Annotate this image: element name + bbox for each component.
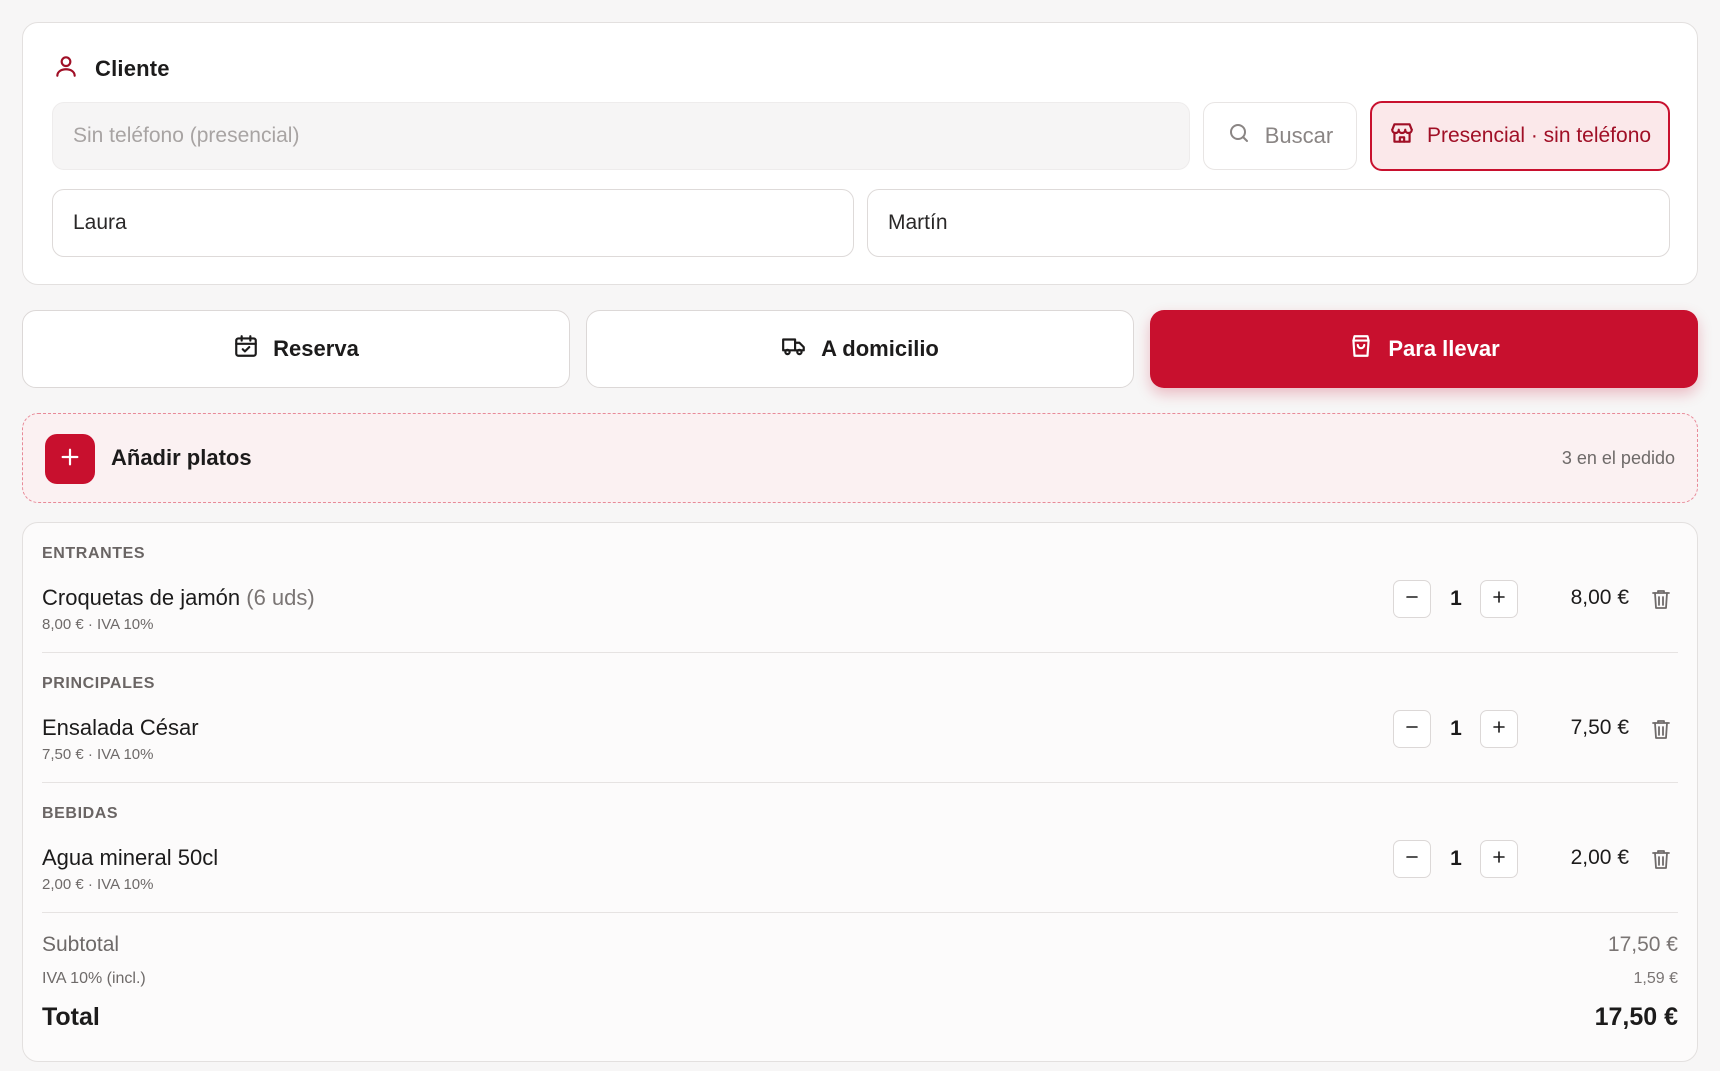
order-type-para-llevar[interactable]: Para llevar <box>1150 310 1698 388</box>
add-dishes-bar[interactable]: Añadir platos 3 en el pedido <box>22 413 1698 503</box>
item-price: 8,00 € <box>1570 586 1629 609</box>
section-title: BEBIDAS <box>42 805 119 822</box>
plus-icon <box>1491 849 1507 870</box>
presencial-label: Presencial · sin teléfono <box>1426 124 1652 147</box>
order-totals: Subtotal 17,50 € IVA 10% (incl.) 1,59 € … <box>23 913 1697 1063</box>
add-dishes-button[interactable] <box>45 434 95 484</box>
order-type-label: Reserva <box>273 336 359 361</box>
iva-value: 1,59 € <box>1633 970 1678 987</box>
item-quantity: 1 <box>1450 587 1462 610</box>
store-icon <box>1389 120 1415 152</box>
plus-icon <box>59 446 81 473</box>
subtotal-value: 17,50 € <box>1607 933 1678 956</box>
shopping-bag-icon <box>1348 333 1374 365</box>
item-price: 7,50 € <box>1570 716 1629 739</box>
first-name-field[interactable]: Laura <box>52 189 854 257</box>
increase-qty-button[interactable] <box>1480 580 1518 618</box>
item-quantity: 1 <box>1450 717 1462 740</box>
increase-qty-button[interactable] <box>1480 840 1518 878</box>
item-name: Ensalada César <box>42 715 199 741</box>
minus-icon <box>1404 589 1420 610</box>
last-name-field[interactable]: Martín <box>867 189 1670 257</box>
order-type-label: Para llevar <box>1388 336 1500 361</box>
item-name-text: Croquetas de jamón <box>42 585 241 610</box>
total-label: Total <box>42 1003 100 1031</box>
section-title: ENTRANTES <box>42 545 146 562</box>
decrease-qty-button[interactable] <box>1393 580 1431 618</box>
minus-icon <box>1404 849 1420 870</box>
item-name-text: Ensalada César <box>42 715 199 740</box>
total-value: 17,50 € <box>1594 1003 1678 1031</box>
search-icon <box>1227 121 1251 151</box>
plus-icon <box>1491 719 1507 740</box>
increase-qty-button[interactable] <box>1480 710 1518 748</box>
presencial-button[interactable]: Presencial · sin teléfono <box>1370 101 1670 171</box>
iva-label: IVA 10% (incl.) <box>42 970 146 987</box>
calendar-check-icon <box>233 333 259 365</box>
add-dishes-label: Añadir platos <box>111 445 252 470</box>
item-meta: 8,00 € · IVA 10% <box>42 616 154 633</box>
client-header: Cliente <box>53 53 170 84</box>
order-type-domicilio[interactable]: A domicilio <box>586 310 1134 388</box>
trash-icon[interactable] <box>1649 717 1673 741</box>
trash-icon[interactable] <box>1649 847 1673 871</box>
order-type-reserva[interactable]: Reserva <box>22 310 570 388</box>
item-meta: 7,50 € · IVA 10% <box>42 746 154 763</box>
search-label: Buscar <box>1264 123 1334 148</box>
client-title: Cliente <box>95 55 170 81</box>
decrease-qty-button[interactable] <box>1393 840 1431 878</box>
plus-icon <box>1491 589 1507 610</box>
item-meta: 2,00 € · IVA 10% <box>42 876 154 893</box>
order-section-bebidas: BEBIDAS Agua mineral 50cl 2,00 € · IVA 1… <box>23 783 1697 913</box>
order-type-label: A domicilio <box>821 336 939 361</box>
item-name: Agua mineral 50cl <box>42 845 218 871</box>
minus-icon <box>1404 719 1420 740</box>
subtotal-label: Subtotal <box>42 933 120 956</box>
item-name: Croquetas de jamón (6 uds) <box>42 585 315 611</box>
item-name-text: Agua mineral 50cl <box>42 845 219 870</box>
item-note: (6 uds) <box>246 585 315 610</box>
decrease-qty-button[interactable] <box>1393 710 1431 748</box>
search-button[interactable]: Buscar <box>1203 102 1357 170</box>
item-quantity: 1 <box>1450 847 1462 870</box>
order-section-principales: PRINCIPALES Ensalada César 7,50 € · IVA … <box>23 653 1697 783</box>
item-price: 2,00 € <box>1570 846 1629 869</box>
client-card: Cliente Sin teléfono (presencial) Buscar… <box>22 22 1698 285</box>
trash-icon[interactable] <box>1649 587 1673 611</box>
user-icon <box>53 53 79 84</box>
order-item-count: 3 en el pedido <box>1561 448 1675 468</box>
truck-icon <box>781 333 807 365</box>
order-summary-card: ENTRANTES Croquetas de jamón (6 uds) 8,0… <box>22 522 1698 1062</box>
section-title: PRINCIPALES <box>42 675 155 692</box>
order-form: Cliente Sin teléfono (presencial) Buscar… <box>0 0 1720 1071</box>
phone-input[interactable]: Sin teléfono (presencial) <box>52 102 1190 170</box>
order-section-entrantes: ENTRANTES Croquetas de jamón (6 uds) 8,0… <box>23 523 1697 653</box>
